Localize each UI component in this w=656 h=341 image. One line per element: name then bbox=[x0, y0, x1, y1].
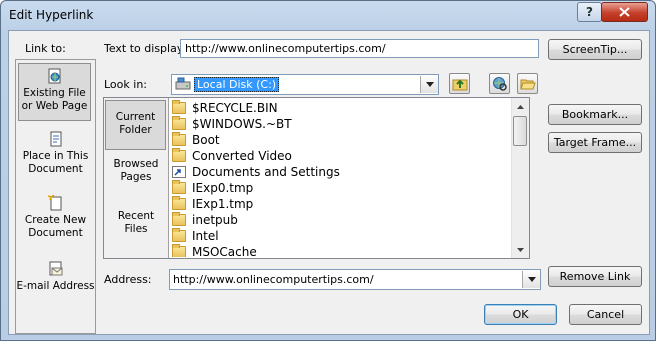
file-browser-panel: Current Folder Browsed Pages Recent File… bbox=[103, 97, 530, 259]
link-to-place-in-document-label: Place in This Document bbox=[22, 150, 89, 175]
scroll-up-button[interactable] bbox=[512, 98, 529, 115]
globe-page-icon bbox=[48, 68, 60, 84]
screentip-button[interactable]: ScreenTip... bbox=[548, 39, 642, 60]
link-to-email-address-label: E-mail Address bbox=[16, 280, 95, 292]
list-item[interactable]: Converted Video bbox=[172, 148, 292, 164]
file-name: Boot bbox=[192, 133, 220, 147]
scroll-thumb[interactable] bbox=[513, 116, 527, 146]
file-name: Converted Video bbox=[192, 149, 292, 163]
browse-file-button[interactable] bbox=[517, 73, 538, 94]
folder-icon bbox=[172, 228, 186, 242]
browse-web-icon bbox=[492, 76, 507, 91]
tab-browsed-pages[interactable]: Browsed Pages bbox=[106, 158, 166, 198]
list-item[interactable]: IExp1.tmp bbox=[172, 196, 253, 212]
window-title: Edit Hyperlink bbox=[9, 8, 94, 22]
link-to-new-document[interactable]: Create New Document bbox=[16, 190, 95, 242]
list-item[interactable]: MSOCache bbox=[172, 244, 257, 257]
link-to-new-document-label: Create New Document bbox=[24, 214, 87, 239]
tab-current-folder[interactable]: Current Folder bbox=[105, 100, 166, 150]
link-to-label: Link to: bbox=[25, 42, 66, 55]
list-item[interactable]: Documents and Settings bbox=[172, 164, 340, 180]
link-to-place-in-document[interactable]: Place in This Document bbox=[16, 126, 95, 178]
folder-up-icon bbox=[452, 79, 467, 90]
edit-hyperlink-dialog: Edit Hyperlink ? Link to: Existing File … bbox=[0, 0, 656, 341]
folder-icon bbox=[172, 196, 186, 210]
document-icon bbox=[50, 131, 61, 147]
file-name: Documents and Settings bbox=[192, 165, 340, 179]
folder-icon bbox=[172, 116, 186, 130]
email-icon bbox=[49, 261, 62, 276]
file-name: Intel bbox=[192, 229, 219, 243]
file-list-scrollbar[interactable] bbox=[511, 98, 529, 258]
browse-web-button[interactable] bbox=[489, 73, 510, 94]
new-document-icon bbox=[47, 195, 61, 211]
address-dropdown-button[interactable] bbox=[522, 271, 540, 288]
dialog-body: Link to: Existing File or Web Page Place… bbox=[8, 30, 650, 335]
list-item[interactable]: Boot bbox=[172, 132, 220, 148]
folder-icon bbox=[172, 100, 186, 114]
chevron-down-icon bbox=[425, 82, 434, 87]
close-icon bbox=[619, 7, 630, 17]
open-folder-icon bbox=[519, 79, 536, 89]
look-in-value: Local Disk (C:) bbox=[194, 77, 280, 92]
folder-icon bbox=[172, 180, 186, 194]
look-in-label: Look in: bbox=[104, 78, 147, 91]
list-item[interactable]: IExp0.tmp bbox=[172, 180, 253, 196]
file-name: MSOCache bbox=[192, 245, 257, 257]
list-item[interactable]: Intel bbox=[172, 228, 219, 244]
chevron-down-icon bbox=[527, 277, 536, 282]
list-item[interactable]: $WINDOWS.~BT bbox=[172, 116, 292, 132]
remove-link-button[interactable]: Remove Link bbox=[548, 266, 642, 287]
help-button[interactable]: ? bbox=[577, 2, 602, 22]
file-name: $RECYCLE.BIN bbox=[192, 101, 278, 115]
close-button[interactable] bbox=[601, 2, 648, 22]
link-to-panel: Existing File or Web Page Place in This … bbox=[15, 59, 96, 334]
file-name: inetpub bbox=[192, 213, 238, 227]
text-to-display-label: Text to display: bbox=[104, 42, 187, 55]
folder-icon bbox=[172, 132, 186, 146]
file-list[interactable]: $RECYCLE.BIN $WINDOWS.~BT Boot Converted… bbox=[170, 99, 510, 257]
file-name: IExp1.tmp bbox=[192, 197, 254, 211]
address-label: Address: bbox=[104, 273, 152, 286]
folder-icon bbox=[172, 212, 186, 226]
folder-icon bbox=[172, 244, 186, 257]
scroll-down-icon bbox=[517, 247, 524, 252]
address-value: http://www.onlinecomputertips.com/ bbox=[173, 273, 374, 286]
browse-tabs: Current Folder Browsed Pages Recent File… bbox=[104, 98, 169, 258]
link-to-existing-file-label: Existing File or Web Page bbox=[21, 87, 88, 112]
scroll-down-button[interactable] bbox=[512, 241, 529, 258]
link-to-email-address[interactable]: E-mail Address bbox=[16, 256, 95, 304]
link-to-existing-file[interactable]: Existing File or Web Page bbox=[18, 63, 91, 121]
bookmark-button[interactable]: Bookmark... bbox=[548, 104, 642, 125]
file-name: $WINDOWS.~BT bbox=[192, 117, 292, 131]
hard-drive-icon bbox=[175, 77, 191, 90]
file-name: IExp0.tmp bbox=[192, 181, 254, 195]
text-to-display-input[interactable]: http://www.onlinecomputertips.com/ bbox=[180, 39, 539, 58]
folder-icon bbox=[172, 148, 186, 162]
scroll-up-icon bbox=[517, 104, 524, 109]
target-frame-button[interactable]: Target Frame... bbox=[548, 132, 642, 153]
list-item[interactable]: $RECYCLE.BIN bbox=[172, 100, 278, 116]
list-item[interactable]: inetpub bbox=[172, 212, 238, 228]
tab-recent-files[interactable]: Recent Files bbox=[106, 210, 166, 250]
look-in-dropdown-button[interactable] bbox=[420, 76, 438, 93]
look-in-combo[interactable]: Local Disk (C:) bbox=[171, 74, 439, 95]
cancel-button[interactable]: Cancel bbox=[569, 304, 642, 325]
shortcut-folder-icon bbox=[172, 166, 186, 178]
ok-button[interactable]: OK bbox=[484, 304, 557, 325]
address-combo[interactable]: http://www.onlinecomputertips.com/ bbox=[169, 269, 541, 290]
title-bar[interactable]: Edit Hyperlink ? bbox=[1, 1, 655, 29]
up-one-folder-button[interactable] bbox=[449, 73, 470, 94]
